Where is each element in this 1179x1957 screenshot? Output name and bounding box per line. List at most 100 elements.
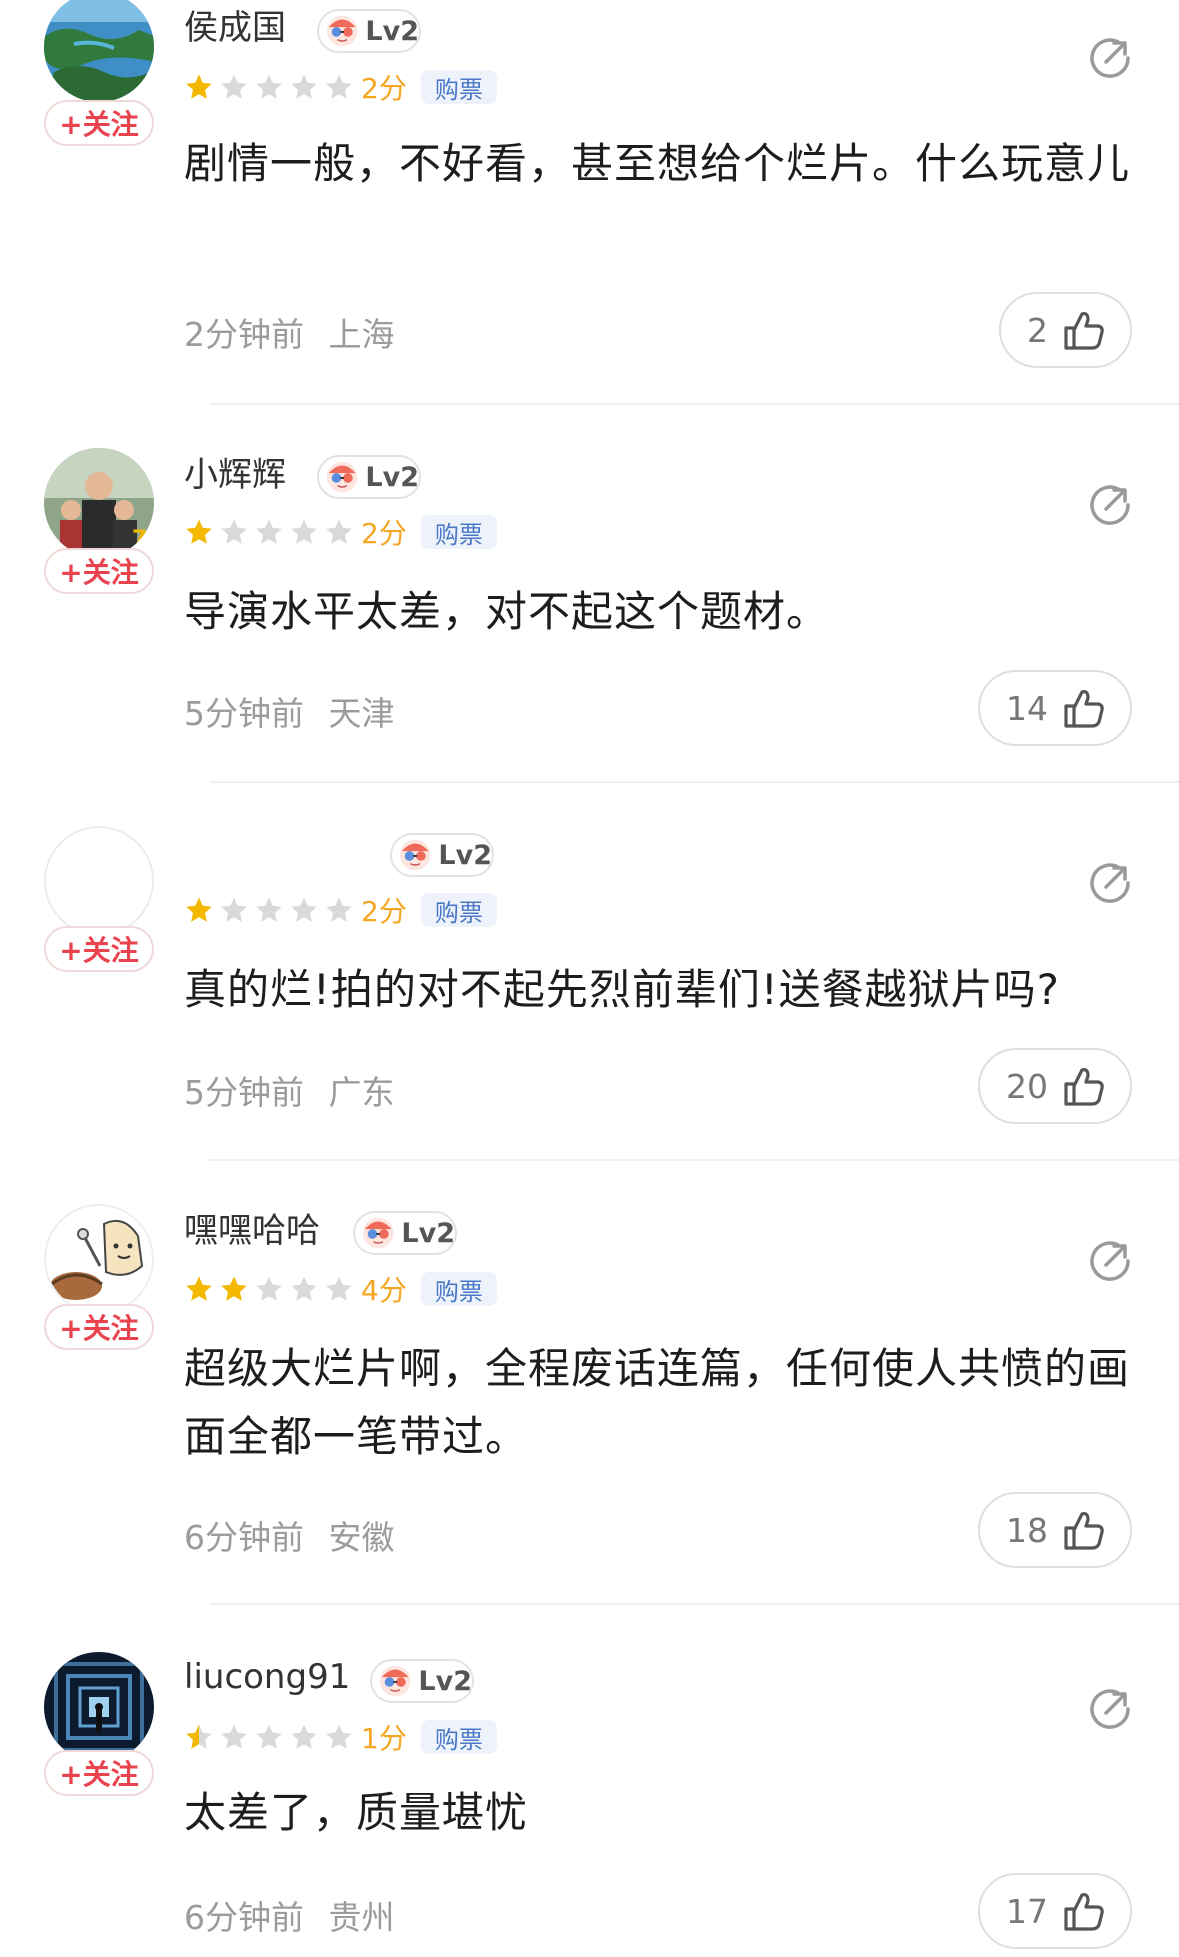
like-count: 18 — [1006, 1510, 1048, 1550]
star-empty-icon — [326, 1276, 352, 1301]
star-empty-icon — [221, 519, 247, 544]
username[interactable]: 侯成国 — [184, 8, 286, 48]
rating-stars: 4分 购票 — [184, 1269, 497, 1309]
username[interactable]: 嘿嘿哈哈 — [184, 1211, 320, 1251]
star-empty-icon — [326, 1724, 352, 1749]
share-button[interactable] — [1088, 483, 1132, 527]
star-empty-icon — [326, 74, 352, 99]
review-item: 7 +关注 小辉辉 Lv2 2分 购票 导演水平太差，对不起这个题材。 5分钟前… — [0, 405, 1179, 783]
avatar[interactable] — [44, 0, 154, 102]
review-time: 5分钟前 — [184, 1073, 304, 1112]
level-mascot-icon — [399, 839, 431, 871]
star-empty-icon — [291, 1276, 317, 1301]
ticket-badge[interactable]: 购票 — [420, 1272, 497, 1306]
like-button[interactable]: 18 — [978, 1492, 1132, 1568]
score-text: 2分 — [361, 517, 407, 550]
ticket-badge[interactable]: 购票 — [420, 1720, 497, 1754]
review-text: 剧情一般，不好看，甚至想给个烂片。什么玩意儿 — [184, 139, 1131, 188]
review-meta: 6分钟前 贵州 — [184, 1891, 395, 1939]
rating-stars: 2分 购票 — [184, 67, 497, 107]
level-text: Lv2 — [438, 839, 492, 871]
level-mascot-icon — [326, 461, 358, 493]
level-badge: Lv2 — [353, 1211, 457, 1255]
username[interactable]: 小辉辉 — [184, 455, 286, 495]
thumbs-up-icon — [1064, 1512, 1104, 1550]
review-meta: 6分钟前 安徽 — [184, 1511, 395, 1559]
star-empty-icon — [326, 897, 352, 922]
review-item: +关注 liucong91 Lv2 1分 购票 太差了，质量堪忧 6分钟前 贵州… — [0, 1605, 1179, 1957]
star-empty-icon — [291, 519, 317, 544]
share-icon — [1090, 863, 1130, 903]
follow-button[interactable]: +关注 — [44, 548, 154, 594]
rating-stars: 2分 购票 — [184, 512, 497, 552]
review-time: 5分钟前 — [184, 694, 304, 733]
star-filled-icon — [186, 74, 212, 99]
star-empty-icon — [256, 519, 282, 544]
review-item: +关注 Lv2 2分 购票 真的烂!拍的对不起先烈前辈们!送餐越狱片吗? 5分钟… — [0, 783, 1179, 1161]
avatar[interactable] — [44, 826, 154, 936]
review-text: 真的烂!拍的对不起先烈前辈们!送餐越狱片吗? — [184, 965, 1060, 1014]
like-button[interactable]: 2 — [999, 292, 1132, 368]
like-button[interactable]: 17 — [978, 1873, 1132, 1949]
share-icon — [1090, 38, 1130, 78]
star-empty-icon — [221, 74, 247, 99]
review-meta: 2分钟前 上海 — [184, 308, 395, 356]
thumbs-up-icon — [1064, 690, 1104, 728]
level-text: Lv2 — [401, 1217, 455, 1249]
review-time: 2分钟前 — [184, 315, 304, 354]
level-badge: Lv2 — [390, 833, 494, 877]
level-mascot-icon — [326, 15, 358, 47]
follow-button[interactable]: +关注 — [44, 1304, 154, 1350]
score-text: 1分 — [361, 1722, 407, 1755]
review-location: 上海 — [328, 315, 395, 354]
star-filled-icon — [186, 897, 212, 922]
like-count: 17 — [1006, 1891, 1048, 1931]
level-text: Lv2 — [418, 1665, 472, 1697]
ticket-badge[interactable]: 购票 — [420, 515, 497, 549]
review-time: 6分钟前 — [184, 1898, 304, 1937]
share-icon — [1090, 1241, 1130, 1281]
avatar[interactable] — [44, 1652, 154, 1762]
level-badge: Lv2 — [317, 9, 421, 53]
score-text: 2分 — [361, 72, 407, 105]
rating-stars: 2分 购票 — [184, 890, 497, 930]
star-empty-icon — [291, 897, 317, 922]
like-count: 2 — [1027, 310, 1048, 350]
share-button[interactable] — [1088, 36, 1132, 80]
thumbs-up-icon — [1064, 312, 1104, 350]
star-filled-icon — [186, 1276, 212, 1301]
share-button[interactable] — [1088, 861, 1132, 905]
share-button[interactable] — [1088, 1239, 1132, 1283]
star-half-icon — [186, 1724, 212, 1749]
avatar[interactable] — [44, 1204, 154, 1314]
follow-button[interactable]: +关注 — [44, 926, 154, 972]
star-empty-icon — [256, 1724, 282, 1749]
star-empty-icon — [256, 74, 282, 99]
follow-button[interactable]: +关注 — [44, 100, 154, 146]
like-count: 14 — [1006, 688, 1048, 728]
star-empty-icon — [326, 519, 352, 544]
review-item: +关注 嘿嘿哈哈 Lv2 4分 购票 超级大烂片啊，全程废话连篇，任何使人共愤的… — [0, 1161, 1179, 1605]
like-button[interactable]: 20 — [978, 1048, 1132, 1124]
level-mascot-icon — [362, 1217, 394, 1249]
star-empty-icon — [291, 74, 317, 99]
avatar[interactable]: 7 — [44, 448, 154, 558]
score-text: 2分 — [361, 895, 407, 928]
star-filled-icon — [221, 1276, 247, 1301]
like-button[interactable]: 14 — [978, 670, 1132, 746]
share-button[interactable] — [1088, 1687, 1132, 1731]
username[interactable]: liucong91 — [184, 1657, 350, 1697]
level-badge: Lv2 — [317, 455, 421, 499]
follow-button[interactable]: +关注 — [44, 1750, 154, 1796]
review-text: 超级大烂片啊，全程废话连篇，任何使人共愤的画面全都一笔带过。 — [184, 1344, 1131, 1461]
ticket-badge[interactable]: 购票 — [420, 70, 497, 104]
star-empty-icon — [291, 1724, 317, 1749]
rating-stars: 1分 购票 — [184, 1717, 497, 1757]
level-text: Lv2 — [365, 15, 419, 47]
level-text: Lv2 — [365, 461, 419, 493]
share-icon — [1090, 485, 1130, 525]
ticket-badge[interactable]: 购票 — [420, 893, 497, 927]
review-text: 导演水平太差，对不起这个题材。 — [184, 587, 830, 636]
review-time: 6分钟前 — [184, 1518, 304, 1557]
review-location: 天津 — [328, 694, 395, 733]
